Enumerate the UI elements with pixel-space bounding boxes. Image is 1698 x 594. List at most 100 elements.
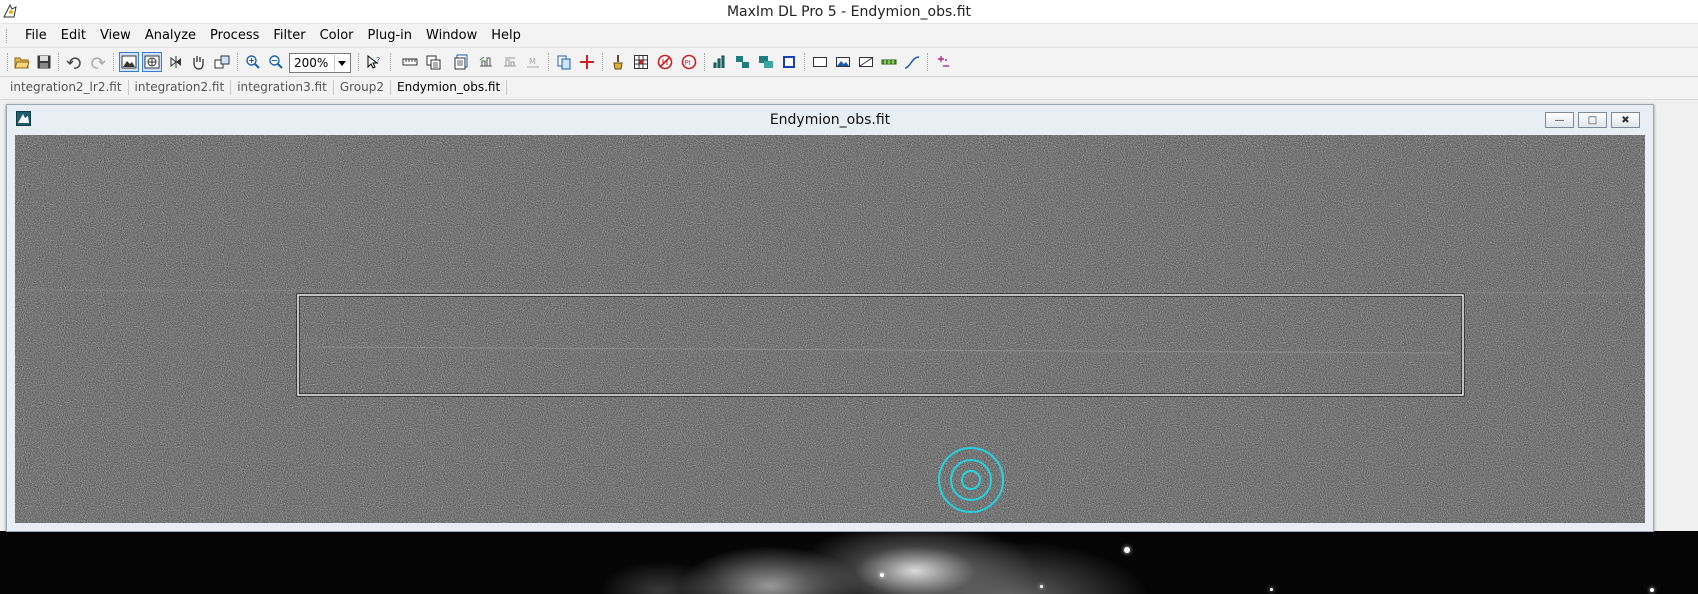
background-image-window[interactable]: [0, 531, 1698, 594]
screen-stretch-icon: [121, 55, 137, 69]
no-entry-button[interactable]: [655, 52, 675, 72]
tab-integration2-lr2[interactable]: integration2_lr2.fit: [4, 80, 129, 95]
measure-button[interactable]: M: [523, 52, 543, 72]
rectangle-button[interactable]: [810, 52, 830, 72]
redo-icon: [91, 57, 106, 69]
star-point: [1124, 547, 1130, 553]
image-button[interactable]: [833, 52, 853, 72]
redo-button[interactable]: [88, 52, 108, 72]
toolbar-separator: [358, 53, 359, 71]
calibrate-button[interactable]: [476, 52, 496, 72]
tab-integration3[interactable]: integration3.fit: [231, 80, 334, 95]
zoom-level-select[interactable]: 200%: [289, 53, 351, 73]
calibrate-icon: [479, 56, 492, 67]
toolbar-separator: [602, 53, 603, 71]
grid-icon: [634, 55, 648, 69]
toolbar-separator: [390, 53, 391, 71]
line-curve-button[interactable]: [902, 52, 922, 72]
zoom-out-icon: [269, 55, 283, 69]
layers-icon: [759, 56, 773, 68]
copy-button[interactable]: [554, 52, 574, 72]
save-button[interactable]: [34, 52, 54, 72]
image-canvas[interactable]: [15, 135, 1645, 523]
histogram-button[interactable]: [710, 52, 730, 72]
grid-button[interactable]: [631, 52, 651, 72]
toolbar-separator: [237, 53, 238, 71]
tab-group2[interactable]: Group2: [334, 80, 391, 95]
align-button[interactable]: [500, 52, 520, 72]
zoom-in-icon: [246, 55, 260, 69]
stack-button[interactable]: [733, 52, 753, 72]
zoom-out-button[interactable]: [266, 52, 286, 72]
paintbrush-button[interactable]: [608, 52, 628, 72]
ruler-button[interactable]: [400, 52, 420, 72]
document-stack-button[interactable]: [452, 52, 472, 72]
image-window-titlebar[interactable]: Endymion_obs.fit — □ ✖: [7, 105, 1653, 131]
app-titlebar: MaxIm DL Pro 5 - Endymion_obs.fit: [0, 0, 1698, 24]
image-icon: [836, 57, 850, 67]
undo-button[interactable]: [64, 52, 84, 72]
pan-button[interactable]: [188, 52, 208, 72]
star-point: [1270, 588, 1273, 591]
auto-stretch-button[interactable]: [142, 52, 162, 72]
open-button[interactable]: [12, 52, 32, 72]
help-pointer-icon: ?: [367, 54, 380, 69]
menubar-grip[interactable]: [6, 29, 9, 43]
maximize-button[interactable]: □: [1578, 112, 1607, 128]
save-icon: [37, 55, 51, 69]
menu-analyze[interactable]: Analyze: [138, 28, 203, 44]
square-outline-button[interactable]: [779, 52, 799, 72]
toolbar-grip[interactable]: [7, 53, 8, 71]
menu-view[interactable]: View: [93, 28, 138, 44]
menu-color[interactable]: Color: [313, 28, 361, 44]
stretch-bar-icon: [881, 59, 897, 65]
clipboard-icon: [426, 55, 441, 70]
layers-button[interactable]: [756, 52, 776, 72]
close-button[interactable]: ✖: [1611, 112, 1640, 128]
plus-minus-button[interactable]: [933, 52, 953, 72]
minimize-button[interactable]: —: [1545, 112, 1574, 128]
crosshair-icon: [580, 55, 594, 69]
toolbar-separator: [804, 53, 805, 71]
screen-stretch-button[interactable]: [119, 52, 139, 72]
plus-minus-icon: [938, 56, 949, 67]
image-display[interactable]: [15, 135, 1645, 523]
menu-plug-in[interactable]: Plug-in: [361, 28, 419, 44]
menu-file[interactable]: File: [18, 28, 54, 44]
toolbar-separator: [58, 53, 59, 71]
toolbar-separator: [927, 53, 928, 71]
zoom-in-button[interactable]: [243, 52, 263, 72]
app-title: MaxIm DL Pro 5 - Endymion_obs.fit: [726, 4, 972, 20]
line-curve-icon: [904, 56, 920, 69]
image-window: Endymion_obs.fit — □ ✖: [6, 104, 1654, 532]
crosshair-button[interactable]: [577, 52, 597, 72]
menu-edit[interactable]: Edit: [54, 28, 93, 44]
stack-icon: [736, 56, 749, 68]
curve-button[interactable]: [856, 52, 876, 72]
chevron-down-icon[interactable]: [334, 55, 349, 71]
menu-window[interactable]: Window: [419, 28, 484, 44]
measure-icon: M: [527, 57, 539, 68]
stretch-bar-button[interactable]: [879, 52, 899, 72]
copy-icon: [557, 55, 571, 70]
menu-filter[interactable]: Filter: [266, 28, 312, 44]
tab-integration2[interactable]: integration2.fit: [129, 80, 232, 95]
link-button[interactable]: [212, 52, 232, 72]
menu-help[interactable]: Help: [484, 28, 528, 44]
document-tab-bar: integration2_lr2.fit integration2.fit in…: [0, 77, 1698, 100]
auto-stretch-icon: [144, 55, 160, 69]
pi-button[interactable]: PI: [679, 52, 699, 72]
star-point: [1650, 588, 1654, 592]
tab-endymion-obs[interactable]: Endymion_obs.fit: [391, 80, 508, 95]
rotate-button[interactable]: [166, 52, 186, 72]
rectangle-icon: [813, 57, 827, 67]
open-folder-icon: [14, 57, 30, 69]
star-point: [880, 573, 884, 577]
context-help-button[interactable]: ?: [364, 52, 384, 72]
clipboard-button[interactable]: [423, 52, 443, 72]
svg-text:M: M: [529, 57, 536, 66]
hand-pan-icon: [193, 56, 204, 70]
menu-bar: File Edit View Analyze Process Filter Co…: [0, 24, 1698, 48]
menu-process[interactable]: Process: [203, 28, 266, 44]
link-icon: [214, 55, 230, 69]
